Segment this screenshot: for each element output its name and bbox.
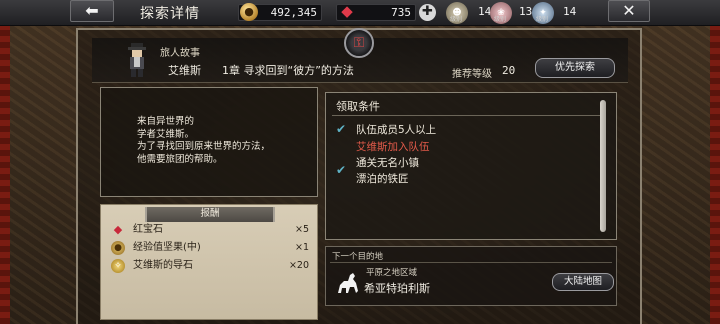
priority-explore-button[interactable]: 优先探索 xyxy=(535,58,615,78)
chapter-title: 1章 寻求回到“彼方”的方法 xyxy=(222,64,354,77)
top-bar: ⬅ 探索详情 492,345 ● 735 ◆ ✚ ☻ 级别 14 ❀ 级别 13… xyxy=(0,0,720,26)
reward-item-qty: ×5 xyxy=(294,224,309,235)
ruby-gem-icon: ◆ xyxy=(113,223,123,236)
story-line: 为了寻找回到原来世界的方法， xyxy=(137,141,271,152)
check-icon: ✔ xyxy=(336,122,347,136)
character-name: 艾维斯 xyxy=(168,64,201,77)
condition-text: 通关无名小镇 xyxy=(356,157,419,169)
plus-icon: ✚ xyxy=(422,4,433,19)
reward-item-qty: ×20 xyxy=(288,260,309,271)
lock-emblem-icon: ⚿ xyxy=(344,28,374,58)
reward-item[interactable]: ◆ 红宝石 ×5 xyxy=(111,221,309,239)
rank-value-3: 14 xyxy=(563,5,577,18)
next-destination-label: 下一个目的地 xyxy=(332,252,384,262)
divider xyxy=(330,262,612,263)
conditions-box: 领取条件 ✔ 队伍成员5人以上 艾维斯加入队伍 ✔ 通关无名小镇 漂泊的铁匠 xyxy=(325,92,617,240)
next-destination-box: 下一个目的地 平原之地区域 希亚特珀利斯 大陆地图 xyxy=(325,246,617,306)
scroll-thumb[interactable] xyxy=(600,100,606,232)
reward-item-qty: ×1 xyxy=(294,242,309,253)
conditions-scrollbar[interactable] xyxy=(600,100,606,232)
conditions-title: 领取条件 xyxy=(336,100,380,113)
divider xyxy=(332,115,602,116)
add-ruby-button[interactable]: ✚ xyxy=(419,4,436,21)
back-arrow-icon: ⬅ xyxy=(85,1,99,20)
recommended-level-value: 20 xyxy=(502,64,516,77)
story-description-box: 来自异世界的 学者艾维斯。 为了寻找回到原来世界的方法， 他需要旅团的帮助。 xyxy=(100,87,318,197)
reward-title: 报酬 xyxy=(145,207,275,222)
left-border-decoration xyxy=(0,0,10,324)
continent-map-button[interactable]: 大陆地图 xyxy=(552,273,614,291)
back-button[interactable]: ⬅ xyxy=(70,0,114,22)
story-line: 学者艾维斯。 xyxy=(137,128,195,140)
reward-item-name: 红宝石 xyxy=(133,224,163,235)
exp-nut-icon: ● xyxy=(111,241,125,255)
rank-value-2: 13 xyxy=(519,5,533,18)
reward-item[interactable]: ✧ 艾维斯的导石 ×20 xyxy=(111,257,309,275)
story-type-label: 旅人故事 xyxy=(160,48,200,59)
story-line: 来自异世界的 xyxy=(137,116,195,127)
rank-tag-3: 级别 xyxy=(536,16,549,23)
rank-tag-2: 级别 xyxy=(494,16,507,23)
region-name: 平原之地区域 xyxy=(366,268,418,278)
rank-tag-1: 级别 xyxy=(450,16,463,23)
gold-coin-icon: ● xyxy=(240,3,258,21)
reward-item[interactable]: ● 经验值坚果(中) ×1 xyxy=(111,239,309,257)
close-button[interactable]: ✕ xyxy=(608,0,650,22)
ruby-gem-icon: ◆ xyxy=(341,2,353,20)
reward-item-name: 经验值坚果(中) xyxy=(133,242,201,253)
condition-subtext: 艾维斯加入队伍 xyxy=(356,141,430,153)
condition-text: 漂泊的铁匠 xyxy=(356,173,409,185)
close-icon: ✕ xyxy=(622,1,636,20)
recommended-level-label: 推荐等级 xyxy=(452,69,492,80)
guide-stone-icon: ✧ xyxy=(111,259,125,273)
reward-box: 报酬 ◆ 红宝石 ×5 ● 经验值坚果(中) ×1 ✧ 艾维斯的导石 ×20 xyxy=(100,204,318,320)
character-portrait-icon xyxy=(128,43,146,77)
page-title: 探索详情 xyxy=(140,6,200,22)
condition-text: 队伍成员5人以上 xyxy=(356,124,437,136)
right-border-decoration xyxy=(710,0,720,324)
horse-rider-icon xyxy=(338,273,358,293)
story-description: 来自异世界的 学者艾维斯。 为了寻找回到原来世界的方法， 他需要旅团的帮助。 xyxy=(137,116,307,166)
story-line: 他需要旅团的帮助。 xyxy=(137,153,223,165)
check-icon: ✔ xyxy=(336,163,347,177)
reward-item-name: 艾维斯的导石 xyxy=(133,260,193,271)
destination-name: 希亚特珀利斯 xyxy=(364,282,430,295)
